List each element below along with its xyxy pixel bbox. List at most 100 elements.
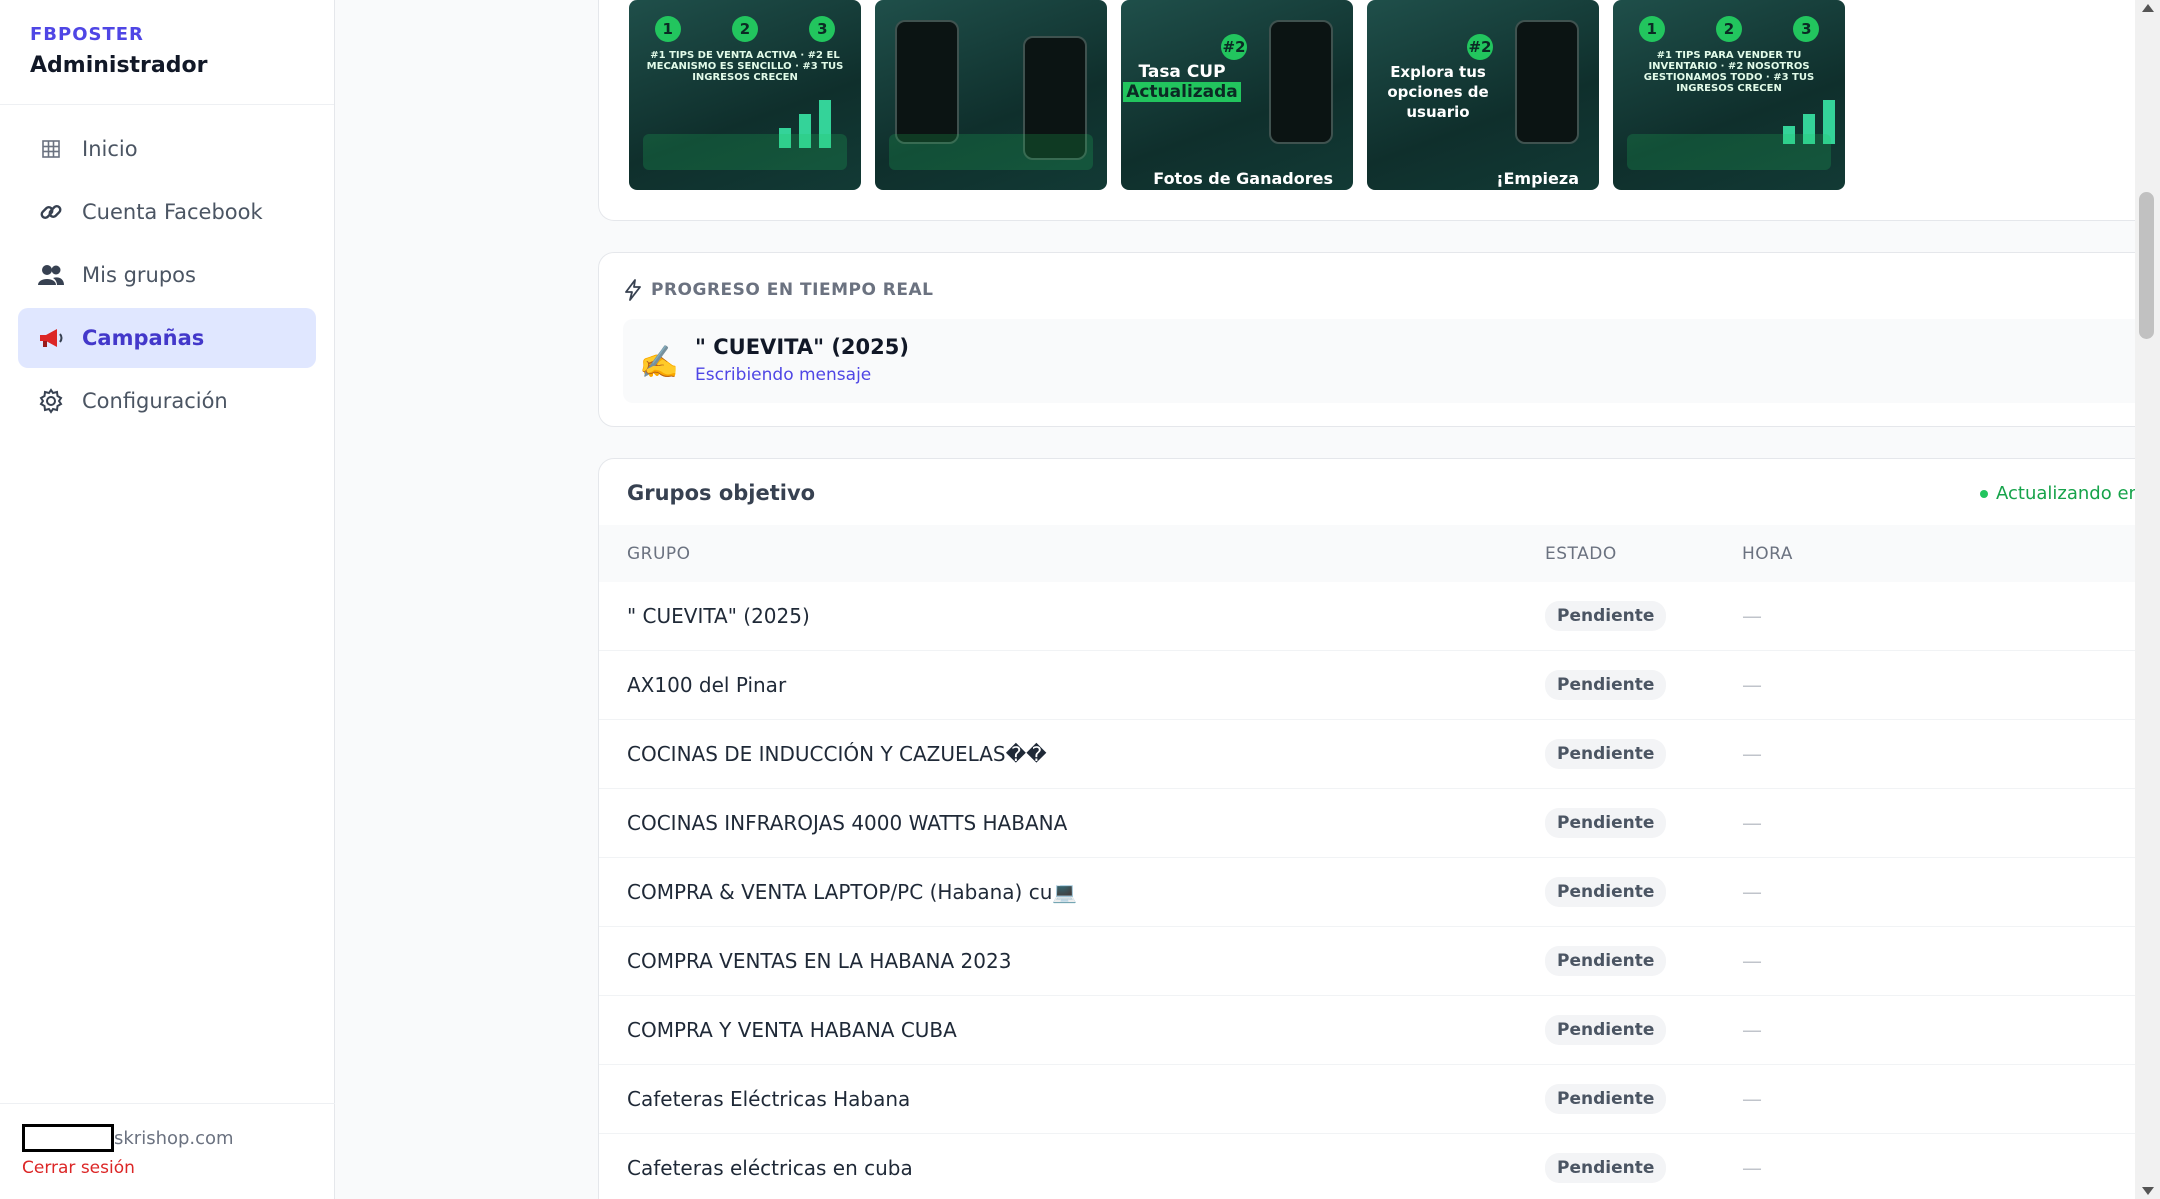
gallery-image[interactable]: #2 Explora tus opciones de usuario ¡Empi… xyxy=(1367,0,1599,190)
step-badge: #2 xyxy=(1221,34,1247,60)
column-header-hour: HORA xyxy=(1742,543,1793,564)
table-row[interactable]: COMPRA & VENTA LAPTOP/PC (Habana) cu💻 Pen… xyxy=(599,858,2135,927)
groups-table: GRUPO ESTADO HORA " CUEVITA" (2025) Pendi… xyxy=(599,525,2135,1199)
progress-group-name: " CUEVITA" (2025) xyxy=(695,335,909,359)
table-row[interactable]: AX100 del Pinar Pendiente — xyxy=(599,651,2135,720)
image-heading-2: usuario xyxy=(1406,103,1470,121)
step-badge: 2 xyxy=(731,16,758,42)
user-role: Administrador xyxy=(30,53,208,78)
step-badge: 3 xyxy=(1793,16,1820,42)
status-badge: Pendiente xyxy=(1545,670,1667,700)
group-name-cell: COMPRA Y VENTA HABANA CUBA xyxy=(627,1018,957,1042)
table-row[interactable]: Cafeteras eléctricas en cuba Pendiente — xyxy=(599,1134,2135,1199)
image-footer-text: Fotos de Ganadores xyxy=(1153,169,1333,188)
target-groups-card: Grupos objetivo Actualizando en vivo GRU… xyxy=(598,458,2135,1199)
column-header-group: GRUPO xyxy=(627,543,691,564)
state-cell: Pendiente xyxy=(1545,601,1742,631)
sidebar-item-campanas[interactable]: Campañas xyxy=(18,308,316,368)
logout-link[interactable]: Cerrar sesión xyxy=(22,1158,135,1178)
sidebar-item-configuracion[interactable]: Configuración xyxy=(18,371,316,431)
sidebar-item-label: Mis grupos xyxy=(82,263,196,287)
group-name-cell: AX100 del Pinar xyxy=(627,673,787,697)
status-badge: Pendiente xyxy=(1545,1153,1667,1183)
megaphone-icon xyxy=(34,321,68,355)
hour-cell: — xyxy=(1742,1087,1762,1111)
table-row[interactable]: Cafeteras Eléctricas Habana Pendiente — xyxy=(599,1065,2135,1134)
target-groups-title: Grupos objetivo xyxy=(627,481,816,505)
table-row[interactable]: " CUEVITA" (2025) Pendiente — xyxy=(599,582,2135,651)
step-badge: 1 xyxy=(654,16,681,42)
image-caption: #1 TIPS DE VENTA ACTIVA · #2 EL MECANISM… xyxy=(646,50,844,83)
state-cell: Pendiente xyxy=(1545,739,1742,769)
user-email: skrishop.com xyxy=(22,1124,313,1152)
sidebar-item-inicio[interactable]: Inicio xyxy=(18,119,316,179)
sidebar-item-label: Cuenta Facebook xyxy=(82,200,263,224)
live-dot-icon xyxy=(1980,489,1989,498)
state-cell: Pendiente xyxy=(1545,808,1742,838)
redacted-block xyxy=(22,1124,114,1152)
sidebar: FBPOSTER Administrador Inicio Cuenta Fac… xyxy=(0,0,335,1199)
hour-cell: — xyxy=(1742,880,1762,904)
state-cell: Pendiente xyxy=(1545,670,1742,700)
step-badge: 1 xyxy=(1638,16,1665,42)
sidebar-item-label: Configuración xyxy=(82,389,228,413)
group-name-cell: Cafeteras eléctricas en cuba xyxy=(627,1156,913,1180)
image-heading-highlight: Actualizada xyxy=(1123,82,1241,102)
hour-cell: — xyxy=(1742,604,1762,628)
sidebar-footer: skrishop.com Cerrar sesión xyxy=(0,1103,335,1199)
status-badge: Pendiente xyxy=(1545,739,1667,769)
group-name-cell: COMPRA VENTAS EN LA HABANA 2023 xyxy=(627,949,1012,973)
table-header: GRUPO ESTADO HORA xyxy=(599,525,2135,582)
step-badge: 3 xyxy=(809,16,836,42)
live-indicator: Actualizando en vivo xyxy=(1980,483,2135,504)
state-cell: Pendiente xyxy=(1545,877,1742,907)
state-cell: Pendiente xyxy=(1545,1084,1742,1114)
group-name-cell: COCINAS INFRAROJAS 4000 WATTS HABANA xyxy=(627,811,1068,835)
column-header-state: ESTADO xyxy=(1545,543,1617,564)
gear-icon xyxy=(34,384,68,418)
sidebar-item-label: Inicio xyxy=(82,137,138,161)
progress-title-text: PROGRESO EN TIEMPO REAL xyxy=(651,280,934,300)
table-row[interactable]: COMPRA VENTAS EN LA HABANA 2023 Pendiente… xyxy=(599,927,2135,996)
gallery-image[interactable]: 1 2 3 #1 TIPS DE VENTA ACTIVA · #2 EL MECA… xyxy=(629,0,861,190)
hour-cell: — xyxy=(1742,1156,1762,1180)
step-badge: 2 xyxy=(1715,16,1742,42)
sidebar-item-mis-grupos[interactable]: Mis grupos xyxy=(18,245,316,305)
hour-cell: — xyxy=(1742,673,1762,697)
scrollbar-thumb[interactable] xyxy=(2139,192,2154,339)
table-body: " CUEVITA" (2025) Pendiente — AX100 del Pin… xyxy=(599,582,2135,1199)
group-name-cell: Cafeteras Eléctricas Habana xyxy=(627,1087,911,1111)
status-badge: Pendiente xyxy=(1545,808,1667,838)
hour-cell: — xyxy=(1742,949,1762,973)
scroll-up-arrow-icon[interactable] xyxy=(2142,4,2154,12)
writing-hand-icon: ✍️ xyxy=(639,343,679,381)
hour-cell: — xyxy=(1742,742,1762,766)
state-cell: Pendiente xyxy=(1545,1153,1742,1183)
image-gallery: 1 2 3 #1 TIPS DE VENTA ACTIVA · #2 EL MECA… xyxy=(629,0,1845,190)
group-name-cell: COCINAS DE INDUCCIÓN Y CAZUELAS�� xyxy=(627,742,1047,766)
image-heading: Explora tus opciones de xyxy=(1387,63,1489,101)
gallery-image[interactable]: #2 Tasa CUP Actualizada Fotos de Ganador… xyxy=(1121,0,1353,190)
progress-status: Escribiendo mensaje xyxy=(695,365,872,385)
scroll-down-arrow-icon[interactable] xyxy=(2142,1187,2154,1195)
brand-name: FBPOSTER xyxy=(30,24,144,45)
sidebar-item-cuenta-facebook[interactable]: Cuenta Facebook xyxy=(18,182,316,242)
table-row[interactable]: COCINAS DE INDUCCIÓN Y CAZUELAS�� Pendien… xyxy=(599,720,2135,789)
link-icon xyxy=(34,195,68,229)
users-icon xyxy=(34,258,68,292)
hour-cell: — xyxy=(1742,811,1762,835)
vertical-scrollbar[interactable] xyxy=(2135,0,2160,1199)
status-badge: Pendiente xyxy=(1545,601,1667,631)
gallery-image[interactable] xyxy=(875,0,1107,190)
step-badge: #2 xyxy=(1467,34,1493,60)
grid-icon xyxy=(34,132,68,166)
table-row[interactable]: COCINAS INFRAROJAS 4000 WATTS HABANA Pend… xyxy=(599,789,2135,858)
progress-item: ✍️ " CUEVITA" (2025) Escribiendo mensaje xyxy=(623,319,2135,403)
image-footer-text: ¡Empieza xyxy=(1496,169,1579,188)
state-cell: Pendiente xyxy=(1545,1015,1742,1045)
progress-card: PROGRESO EN TIEMPO REAL ✍️ " CUEVITA" (2… xyxy=(598,252,2135,427)
sidebar-item-label: Campañas xyxy=(82,326,205,350)
gallery-image[interactable]: 1 2 3 #1 TIPS PARA VENDER TU INVENTARIO · … xyxy=(1613,0,1845,190)
image-gallery-card: 1 2 3 #1 TIPS DE VENTA ACTIVA · #2 EL MECA… xyxy=(598,0,2135,221)
table-row[interactable]: COMPRA Y VENTA HABANA CUBA Pendiente — xyxy=(599,996,2135,1065)
